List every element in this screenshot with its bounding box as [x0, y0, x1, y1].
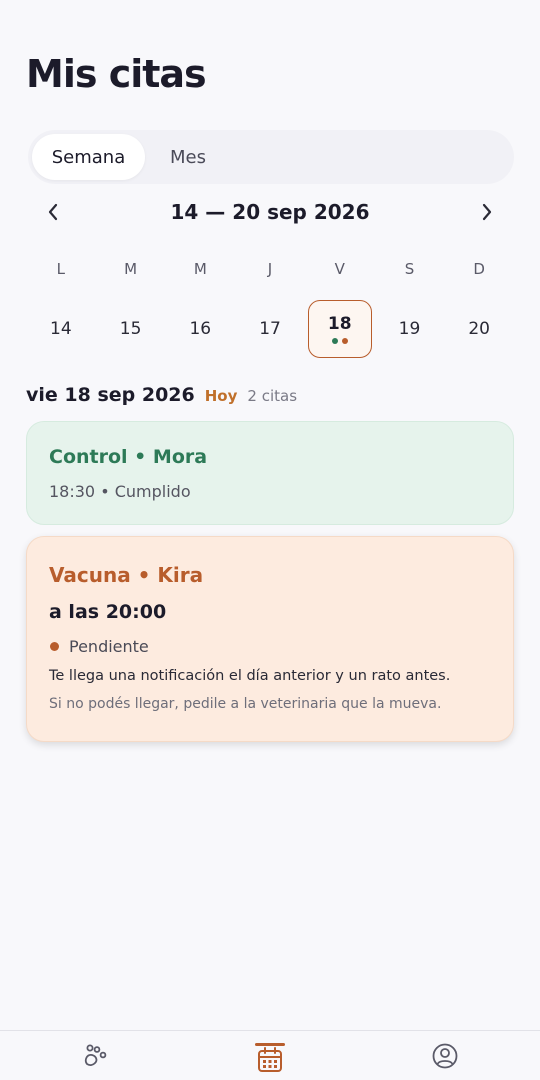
event-dot	[331, 338, 338, 344]
date-number: 20	[468, 319, 490, 339]
nav-pets[interactable]	[55, 1031, 135, 1080]
weekday-label: M	[124, 260, 138, 278]
event-dots	[331, 338, 348, 344]
week-navigation: 14 — 20 sep 2026	[0, 190, 540, 234]
appointment-time: a las 20:00	[49, 601, 167, 623]
status-dot	[50, 642, 59, 651]
event-dot	[341, 338, 348, 344]
next-week-button[interactable]	[469, 194, 505, 230]
bottom-navigation	[0, 1030, 540, 1080]
weekday-label: M	[193, 260, 207, 278]
day-title: vie 18 sep 2026	[26, 384, 195, 406]
notification-note: Te llega una notificación el día anterio…	[49, 668, 451, 684]
week-range-label: 14 — 20 sep 2026	[170, 200, 370, 224]
date-number: 17	[259, 319, 281, 339]
reschedule-hint: Si no podés llegar, pedile a la veterina…	[49, 696, 442, 712]
profile-icon	[432, 1043, 458, 1069]
date-row: 14 15 16 17 18 19 20	[26, 300, 514, 358]
weekday-label: J	[267, 260, 273, 278]
active-indicator	[255, 1043, 285, 1046]
appointment-count: 2 citas	[247, 387, 298, 405]
today-badge: Hoy	[204, 387, 238, 405]
date-cell-19[interactable]: 19	[377, 300, 441, 358]
date-cell-15[interactable]: 15	[99, 300, 163, 358]
date-cell-18-selected[interactable]: 18	[307, 300, 372, 358]
calendar-icon	[258, 1047, 282, 1072]
status-line: Pendiente	[49, 637, 491, 656]
date-cell-16[interactable]: 16	[168, 300, 232, 358]
appointment-title: Control • Mora	[49, 446, 208, 468]
appointment-title: Vacuna • Kira	[49, 563, 204, 587]
weekday-label: D	[473, 260, 485, 278]
tab-week[interactable]: Semana	[32, 134, 145, 180]
weekday-label: S	[404, 260, 415, 278]
day-header: vie 18 sep 2026 Hoy 2 citas	[26, 384, 297, 406]
date-cell-14[interactable]: 14	[29, 300, 93, 358]
date-number: 18	[327, 314, 352, 334]
status-label: Pendiente	[69, 637, 149, 656]
tab-month[interactable]: Mes	[152, 134, 224, 180]
date-cell-20[interactable]: 20	[447, 300, 511, 358]
view-toggle: Semana Mes	[28, 130, 514, 184]
appointment-card-done[interactable]: Control • Mora 18:30 • Cumplido	[26, 421, 514, 525]
date-number: 15	[119, 319, 142, 339]
date-number: 19	[398, 319, 421, 339]
nav-profile[interactable]	[405, 1031, 485, 1080]
nav-calendar[interactable]	[230, 1031, 310, 1080]
weekday-header: L M M J V S D	[26, 256, 514, 282]
chevron-right-icon	[482, 203, 492, 221]
appointment-subtitle: 18:30 • Cumplido	[49, 482, 191, 501]
date-number: 16	[189, 319, 212, 339]
date-cell-17[interactable]: 17	[238, 300, 302, 358]
page-title: Mis citas	[26, 52, 207, 96]
appointment-card-pending[interactable]: Vacuna • Kira a las 20:00 Pendiente Te l…	[26, 536, 514, 742]
weekday-label: V	[334, 260, 345, 278]
date-number: 14	[50, 319, 72, 339]
paw-icon	[84, 1044, 107, 1066]
weekday-label: L	[56, 260, 66, 278]
